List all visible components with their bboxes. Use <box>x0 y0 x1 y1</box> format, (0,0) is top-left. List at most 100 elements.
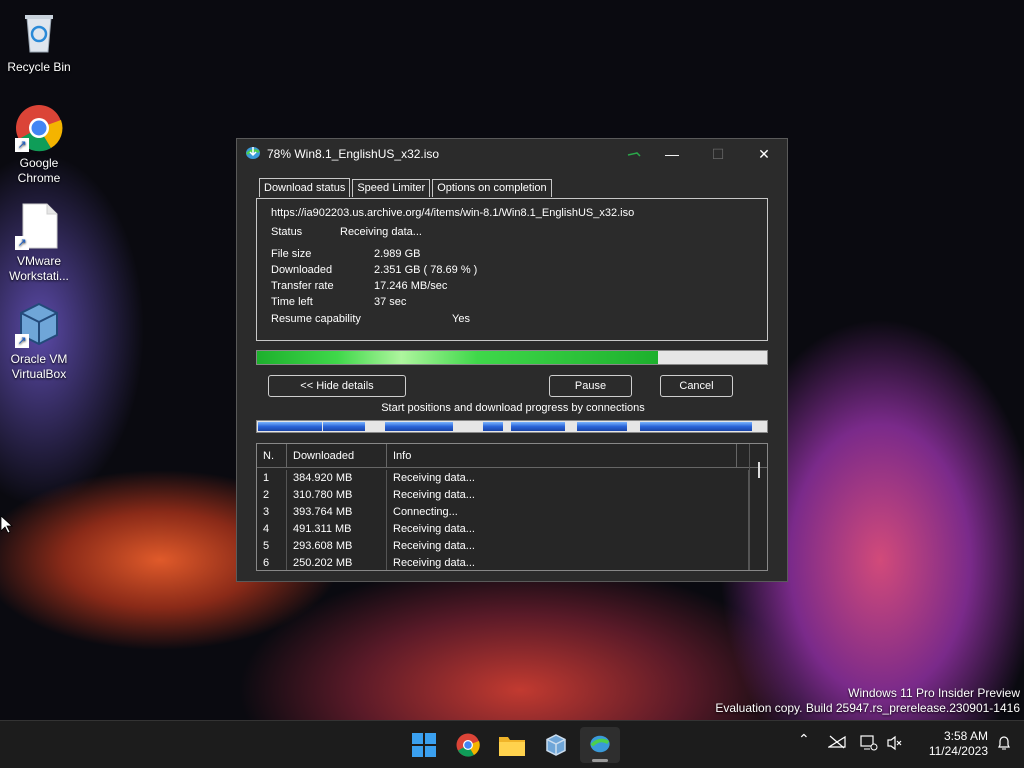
cell-number: 4 <box>257 521 287 538</box>
minimize-button[interactable]: — <box>649 139 695 169</box>
desktop-icon-virtualbox[interactable]: ↗ Oracle VM VirtualBox <box>0 300 78 382</box>
shortcut-arrow-icon: ↗ <box>15 138 29 152</box>
recycle-bin-icon <box>15 8 63 56</box>
status-value: Receiving data... <box>340 226 422 238</box>
shortcut-arrow-icon: ↗ <box>15 334 29 348</box>
resume-label: Resume capability <box>271 313 361 325</box>
notifications-bell-icon[interactable] <box>996 735 1012 754</box>
cell-number: 5 <box>257 538 287 555</box>
system-clock[interactable]: 3:58 AM 11/24/2023 <box>912 729 988 759</box>
mouse-cursor-icon <box>0 515 14 537</box>
cell-downloaded: 393.764 MB <box>287 504 387 521</box>
connection-segment <box>640 422 752 431</box>
display-icon[interactable] <box>860 735 878 754</box>
virtualbox-icon <box>546 734 566 756</box>
download-status-panel: https://ia902203.us.archive.org/4/items/… <box>256 198 768 341</box>
field-value: 2.989 GB <box>374 248 421 260</box>
desktop-icon-google-chrome[interactable]: ↗ Google Chrome <box>0 104 78 186</box>
download-url: https://ia902203.us.archive.org/4/items/… <box>271 207 635 219</box>
connection-segment <box>258 422 322 431</box>
tab-options-on-completion[interactable]: Options on completion <box>432 179 552 197</box>
watermark-line1: Windows 11 Pro Insider Preview <box>848 686 1020 700</box>
taskbar-virtualbox[interactable] <box>536 727 576 763</box>
cell-info: Receiving data... <box>387 555 749 570</box>
pin-icon[interactable] <box>619 147 649 161</box>
column-header-number[interactable]: N. <box>257 444 287 467</box>
taskbar: ⌃ 3:58 AM 11/24/2023 <box>0 720 1024 768</box>
table-row[interactable]: 6 250.202 MB Receiving data... <box>257 555 767 570</box>
virtualbox-icon: ↗ <box>15 300 63 348</box>
taskbar-file-explorer[interactable] <box>492 727 532 763</box>
taskbar-chrome[interactable] <box>448 727 488 763</box>
desktop-icon-label: Oracle VM VirtualBox <box>10 352 68 381</box>
show-hidden-icons-chevron-icon[interactable]: ⌃ <box>798 731 810 748</box>
cell-number: 1 <box>257 470 287 487</box>
cell-info: Connecting... <box>387 504 749 521</box>
progress-fill <box>257 351 659 364</box>
table-row[interactable]: 4 491.311 MB Receiving data... <box>257 521 767 538</box>
table-row[interactable]: 2 310.780 MB Receiving data... <box>257 487 767 504</box>
taskbar-idm[interactable] <box>580 727 620 763</box>
desktop-icon-recycle-bin[interactable]: Recycle Bin <box>0 8 78 75</box>
table-row[interactable]: 1 384.920 MB Receiving data... <box>257 470 767 487</box>
cell-downloaded: 384.920 MB <box>287 470 387 487</box>
field-value: 17.246 MB/sec <box>374 280 448 292</box>
field-label: Transfer rate <box>271 280 334 292</box>
chrome-icon <box>456 733 480 757</box>
volume-muted-icon[interactable] <box>886 735 902 754</box>
connection-segment <box>323 422 365 431</box>
tab-speed-limiter[interactable]: Speed Limiter <box>352 179 431 197</box>
table-row[interactable]: 3 393.764 MB Connecting... <box>257 504 767 521</box>
start-button[interactable] <box>404 727 444 763</box>
title-bar[interactable]: 78% Win8.1_EnglishUS_x32.iso — ☐ ✕ <box>237 139 787 169</box>
cell-downloaded: 293.608 MB <box>287 538 387 555</box>
download-progress-bar <box>256 350 768 365</box>
windows-watermark: Windows 11 Pro Insider Preview Evaluatio… <box>715 686 1020 716</box>
field-label: Time left <box>271 296 313 308</box>
resume-value: Yes <box>452 313 470 325</box>
field-label: File size <box>271 248 312 260</box>
table-row[interactable]: 5 293.608 MB Receiving data... <box>257 538 767 555</box>
cell-number: 2 <box>257 487 287 504</box>
tab-download-status[interactable]: Download status <box>259 178 351 197</box>
connection-segment <box>511 422 565 431</box>
watermark-line2: Evaluation copy. Build 25947.rs_prerelea… <box>715 701 1020 715</box>
connections-progress-bar <box>256 420 768 433</box>
idm-icon <box>245 145 261 164</box>
file-explorer-icon <box>499 737 525 756</box>
desktop-icon-label: Recycle Bin <box>7 60 71 74</box>
desktop-icon-label: Google Chrome <box>17 156 61 185</box>
clock-time: 3:58 AM <box>943 729 988 743</box>
chrome-icon: ↗ <box>15 104 63 152</box>
cancel-button[interactable]: Cancel <box>660 375 733 397</box>
clock-date: 11/24/2023 <box>928 744 988 758</box>
network-disconnected-icon[interactable] <box>826 735 846 752</box>
table-scrollbar[interactable] <box>749 444 767 570</box>
idm-icon <box>590 735 610 753</box>
pause-button[interactable]: Pause <box>549 375 632 397</box>
field-value: 2.351 GB ( 78.69 % ) <box>374 264 478 276</box>
close-button[interactable]: ✕ <box>741 139 787 169</box>
desktop-icon-vmware[interactable]: ↗ VMware Workstati... <box>0 202 78 284</box>
cell-downloaded: 310.780 MB <box>287 487 387 504</box>
active-indicator <box>592 759 608 762</box>
connections-table: N. Downloaded Info 1 384.920 MB Receivin… <box>256 443 768 571</box>
cell-info: Receiving data... <box>387 487 749 504</box>
connection-segment <box>385 422 453 431</box>
table-body: 1 384.920 MB Receiving data... 2 310.780… <box>257 468 767 570</box>
column-header-downloaded[interactable]: Downloaded <box>287 444 387 467</box>
scrollbar-thumb[interactable] <box>758 462 760 478</box>
maximize-button: ☐ <box>711 146 725 162</box>
field-value: 37 sec <box>374 296 407 308</box>
field-label: Downloaded <box>271 264 333 276</box>
desktop-icon-label: VMware Workstati... <box>9 254 69 283</box>
shortcut-arrow-icon: ↗ <box>15 236 29 250</box>
connections-caption: Start positions and download progress by… <box>381 402 645 414</box>
connection-segment <box>577 422 627 431</box>
cell-info: Receiving data... <box>387 521 749 538</box>
column-header-info[interactable]: Info <box>387 444 737 467</box>
start-icon <box>412 733 436 757</box>
table-header: N. Downloaded Info <box>257 444 767 468</box>
hide-details-button[interactable]: << Hide details <box>268 375 406 397</box>
tab-strip: Download status Speed Limiter Options on… <box>259 178 554 197</box>
